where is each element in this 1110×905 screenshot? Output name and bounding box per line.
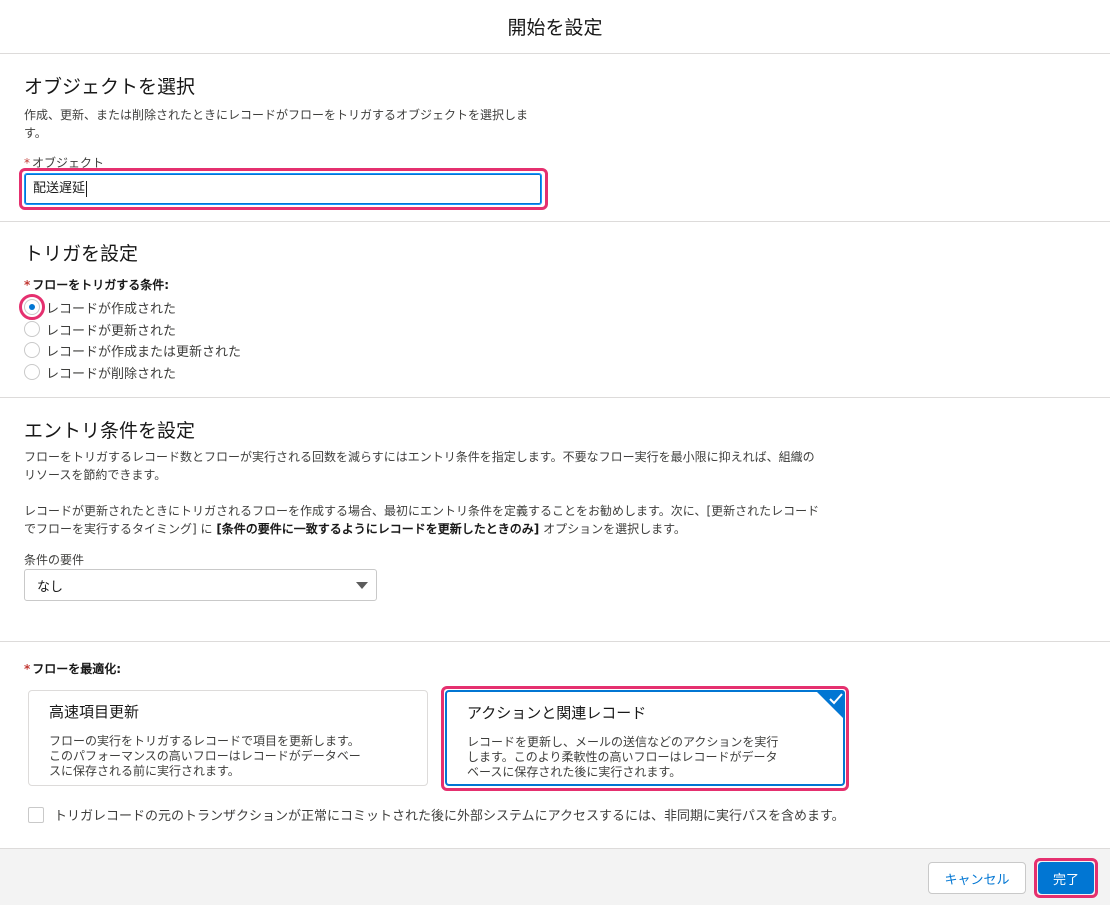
section-divider xyxy=(0,641,1110,642)
card-fast-field-updates[interactable]: 高速項目更新 フローの実行をトリガするレコードで項目を更新します。 このパフォー… xyxy=(28,690,428,786)
condition-requirement-select[interactable]: なし xyxy=(24,569,377,601)
modal-title: 開始を設定 xyxy=(507,17,603,39)
async-path-checkbox-row[interactable]: トリガレコードの元のトランザクションが正常にコミットされた後に外部システムにアク… xyxy=(28,805,845,824)
radio-option-created-or-updated[interactable]: レコードが作成または更新された xyxy=(24,340,241,360)
entry-description-1: フローをトリガするレコード数とフローが実行される回数を減らすにはエントリ条件を指… xyxy=(24,450,815,482)
cancel-button[interactable]: キャンセル xyxy=(928,862,1026,894)
radio-button[interactable] xyxy=(24,364,40,380)
radio-button[interactable] xyxy=(24,342,40,358)
modal-header: 開始を設定 xyxy=(0,0,1110,54)
chevron-down-icon xyxy=(356,582,368,589)
section-divider xyxy=(0,397,1110,398)
select-value: なし xyxy=(37,579,64,595)
async-path-checkbox[interactable] xyxy=(28,806,44,823)
entry-section-title: エントリ条件を設定 xyxy=(24,420,196,442)
radio-option-updated[interactable]: レコードが更新された xyxy=(24,319,176,339)
highlight-radio-created xyxy=(19,294,45,320)
card-title: 高速項目更新 xyxy=(49,703,140,721)
radio-button[interactable] xyxy=(24,321,40,337)
object-section-description: 作成、更新、または削除されたときにレコードがフローをトリガするオブジェクトを選択… xyxy=(24,108,529,140)
condition-requirement-label: 条件の要件 xyxy=(24,553,85,567)
card-description: フローの実行をトリガするレコードで項目を更新します。 このパフォーマンスの高いフ… xyxy=(49,734,361,778)
highlight-done-button xyxy=(1034,858,1098,898)
entry-description-2: レコードが更新されたときにトリガされるフローを作成する場合、最初にエントリ条件を… xyxy=(24,504,820,536)
highlight-object-input xyxy=(19,168,548,210)
optimize-field-label: * フローを最適化: xyxy=(24,662,122,676)
object-section-title: オブジェクトを選択 xyxy=(24,76,196,98)
section-divider xyxy=(0,221,1110,222)
highlight-actions-card xyxy=(441,686,849,791)
radio-option-created[interactable]: レコードが作成された xyxy=(24,297,176,317)
trigger-section-title: トリガを設定 xyxy=(24,243,139,265)
radio-option-deleted[interactable]: レコードが削除された xyxy=(24,362,176,382)
async-path-label: トリガレコードの元のトランザクションが正常にコミットされた後に外部システムにアク… xyxy=(54,809,845,824)
trigger-field-label: * フローをトリガする条件: xyxy=(24,278,170,292)
